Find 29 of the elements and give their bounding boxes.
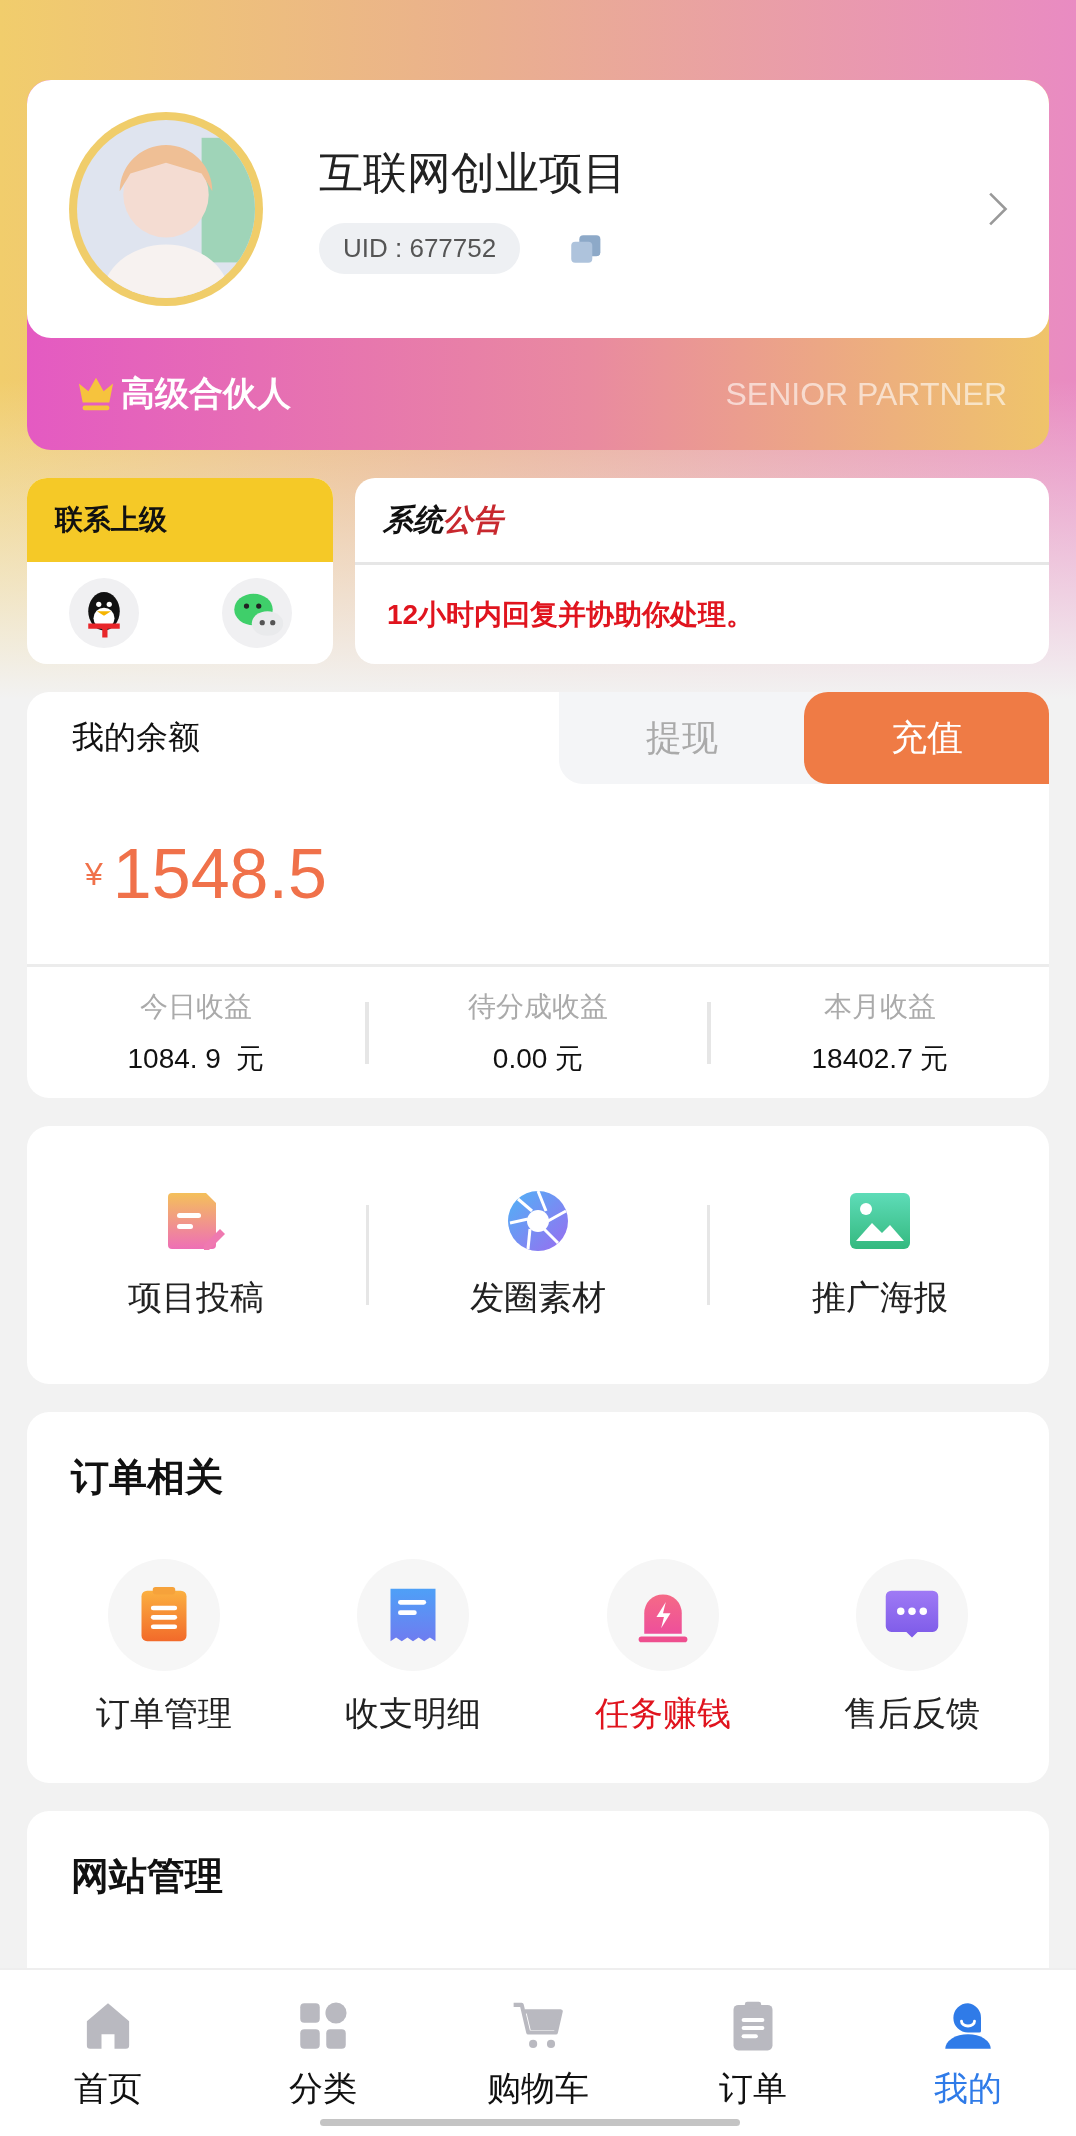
balance-label: 我的余额 bbox=[72, 718, 200, 757]
tab[interactable]: 购物车 bbox=[430, 1970, 646, 2136]
stat-value: 0.00 元 bbox=[492, 1041, 584, 1076]
aperture-icon bbox=[506, 1189, 570, 1253]
tab[interactable]: 分类 bbox=[215, 1970, 431, 2136]
stat-label: 今日收益 bbox=[140, 989, 252, 1024]
shortcut-item[interactable]: 发圈素材 bbox=[368, 1189, 708, 1321]
stat-label: 本月收益 bbox=[824, 989, 936, 1024]
shortcut-item[interactable]: 推广海报 bbox=[710, 1189, 1049, 1321]
shortcut-item[interactable]: 项目投稿 bbox=[27, 1189, 366, 1321]
user-id: UID : 677752 bbox=[319, 223, 521, 274]
stat-value: 18402.7 元 bbox=[811, 1041, 949, 1076]
member-level-english: SENIOR PARTNER bbox=[725, 375, 1007, 413]
menu-item[interactable]: 订单管理 bbox=[39, 1559, 289, 1737]
user-name: 互联网创业项目 bbox=[319, 147, 628, 199]
member-level: 高级合伙人 bbox=[121, 373, 291, 414]
menu-item[interactable]: 售后反馈 bbox=[787, 1559, 1037, 1737]
balance-amount: 1548.5 bbox=[112, 834, 327, 914]
menu-item[interactable]: 任务赚钱 bbox=[538, 1559, 788, 1737]
tab[interactable]: 首页 bbox=[0, 1970, 216, 2136]
section-title: 网站管理 bbox=[71, 1854, 223, 1899]
currency-symbol: ¥ bbox=[85, 855, 103, 893]
menu-item[interactable]: 收支明细 bbox=[288, 1559, 538, 1737]
stat-label: 待分成收益 bbox=[468, 989, 608, 1024]
notice-text: 12小时内回复并协助你处理。 bbox=[387, 597, 755, 632]
contact-header: 联系上级 bbox=[27, 478, 333, 562]
stat-value: 1084. 9 元 bbox=[127, 1041, 265, 1076]
tab[interactable]: 我的 bbox=[860, 1970, 1076, 2136]
section-title: 订单相关 bbox=[71, 1455, 223, 1500]
